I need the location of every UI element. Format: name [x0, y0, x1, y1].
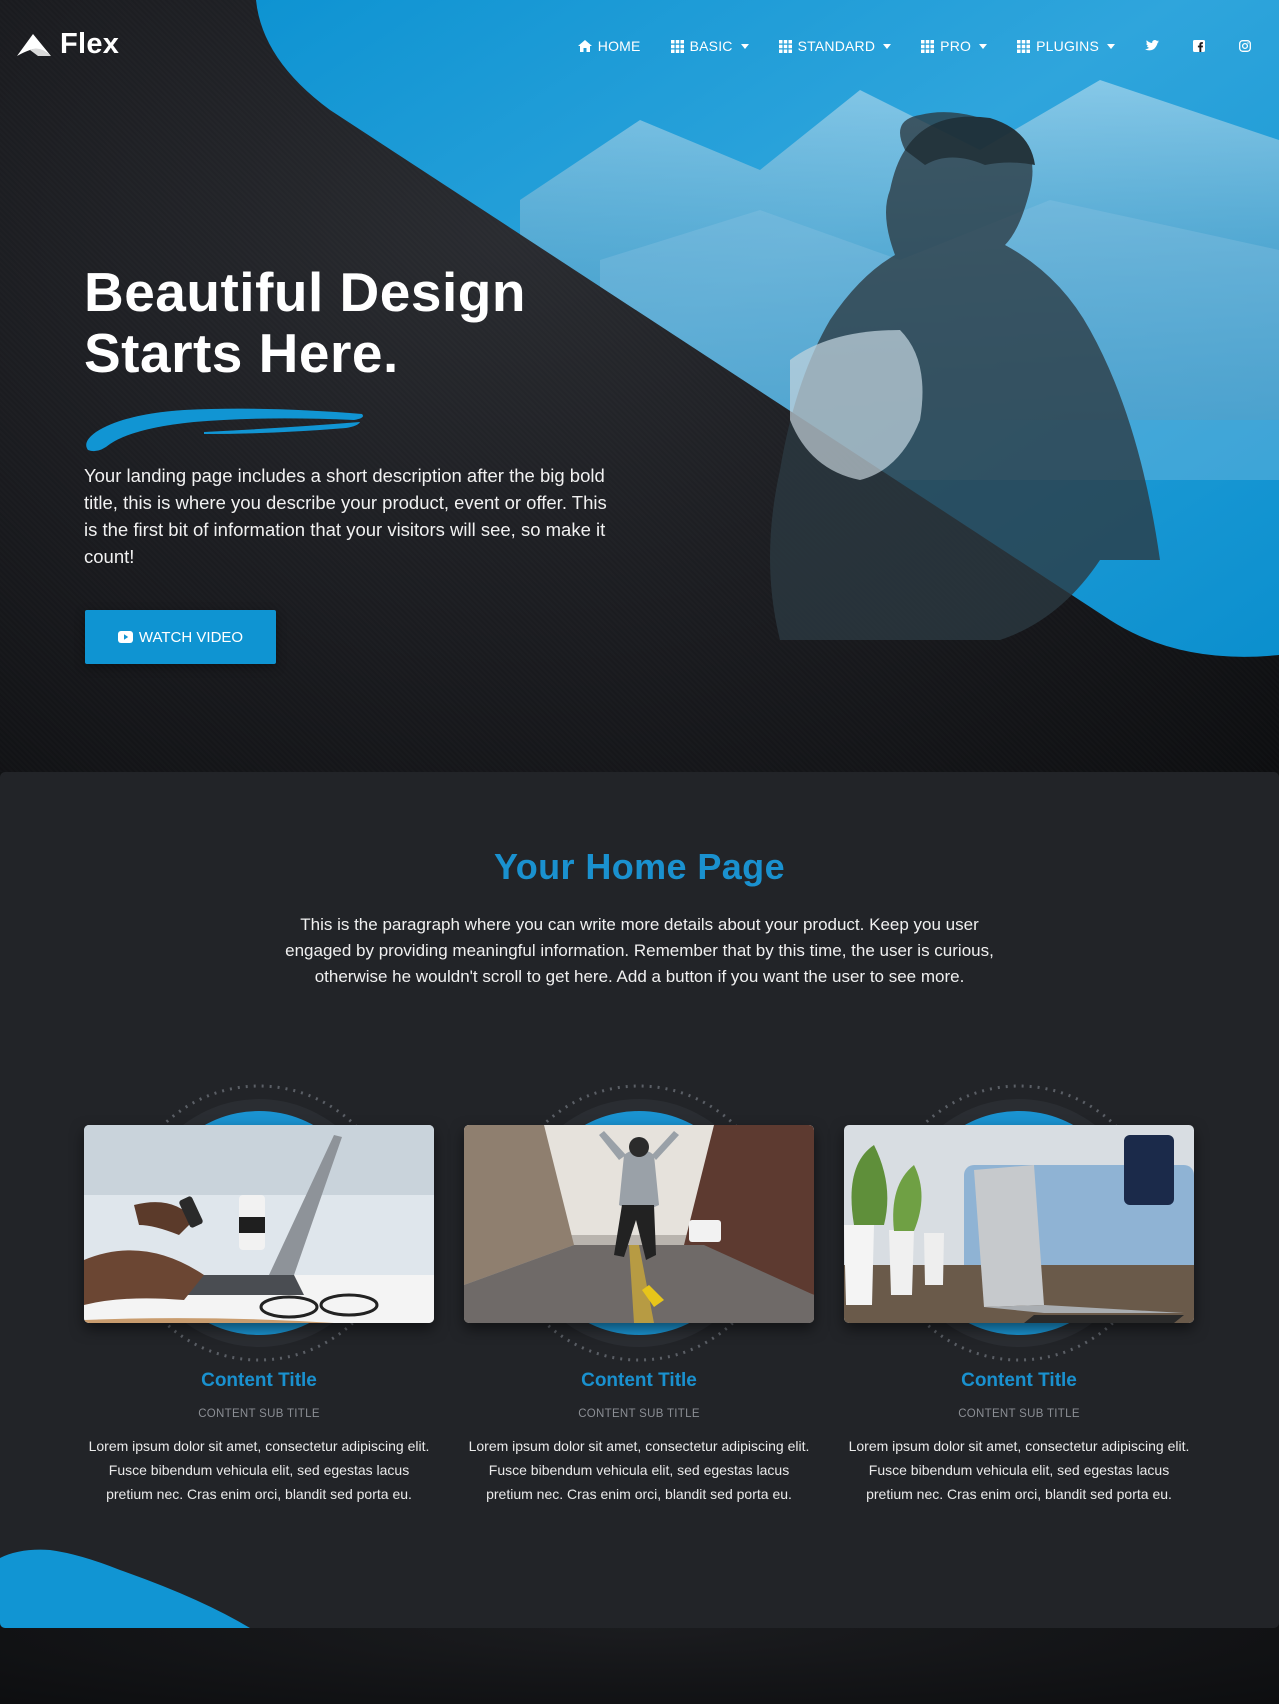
top-navbar: Flex HOME BASIC STANDARD PRO PLUGINS — [0, 0, 1279, 92]
hero-section: Flex HOME BASIC STANDARD PRO PLUGINS Bea… — [0, 0, 1279, 772]
nav-item-label: PLUGINS — [1036, 38, 1099, 54]
grid-icon — [921, 39, 935, 53]
card-visual — [464, 1078, 814, 1368]
paper-plane-logo-icon — [16, 32, 52, 58]
hero-title-line2: Starts Here. — [84, 322, 399, 384]
watch-video-button[interactable]: WATCH VIDEO — [85, 610, 276, 664]
street-dancer-photo — [464, 1125, 814, 1323]
hero-title-line1: Beautiful Design — [84, 261, 526, 323]
card-title: Content Title — [581, 1370, 697, 1391]
section-description: This is the paragraph where you can writ… — [285, 915, 994, 986]
laptop-phone-coffee-photo — [84, 1125, 434, 1323]
content-card: Content Title CONTENT SUB TITLE Lorem ip… — [84, 1078, 434, 1506]
youtube-play-icon — [117, 631, 133, 643]
card-visual — [844, 1078, 1194, 1368]
brush-stroke-decoration — [86, 408, 363, 452]
twitter-icon[interactable] — [1145, 40, 1159, 52]
laptop-plants-sofa-photo — [844, 1125, 1194, 1323]
grid-icon — [778, 39, 792, 53]
section-title: Your Home Page — [494, 846, 785, 887]
caret-down-icon — [979, 43, 988, 49]
card-visual — [84, 1078, 434, 1368]
card-text: Lorem ipsum dolor sit amet, consectetur … — [88, 1438, 430, 1502]
grid-icon — [670, 39, 684, 53]
card-subtitle: CONTENT SUB TITLE — [958, 1408, 1080, 1420]
nav-item-label: PRO — [940, 38, 972, 54]
main-nav: HOME BASIC STANDARD PRO PLUGINS — [548, 38, 1251, 54]
hero-title: Beautiful Design Starts Here. — [84, 262, 644, 384]
nav-item-label: STANDARD — [797, 38, 876, 54]
nav-item-label: HOME — [597, 38, 641, 54]
caret-down-icon — [883, 43, 892, 49]
facebook-icon[interactable] — [1193, 40, 1205, 52]
caret-down-icon — [1107, 43, 1115, 49]
nav-item-basic[interactable]: BASIC — [670, 38, 749, 54]
nav-item-home[interactable]: HOME — [577, 38, 641, 54]
card-title: Content Title — [961, 1370, 1077, 1391]
home-icon — [577, 40, 592, 52]
card-text: Lorem ipsum dolor sit amet, consectetur … — [848, 1438, 1190, 1502]
card-subtitle: CONTENT SUB TITLE — [198, 1408, 320, 1420]
brand-name: Flex — [60, 28, 120, 60]
brand[interactable]: Flex — [16, 28, 119, 61]
instagram-icon[interactable] — [1239, 40, 1251, 52]
caret-down-icon — [740, 43, 749, 49]
content-card: Content Title CONTENT SUB TITLE Lorem ip… — [464, 1078, 814, 1506]
nav-item-pro[interactable]: PRO — [921, 38, 988, 54]
corner-blue-shape — [0, 1549, 250, 1628]
card-text: Lorem ipsum dolor sit amet, consectetur … — [468, 1438, 810, 1502]
card-subtitle: CONTENT SUB TITLE — [578, 1408, 700, 1420]
home-content-section: Your Home Page This is the paragraph whe… — [0, 772, 1279, 1628]
hero-description: Your landing page includes a short descr… — [84, 465, 607, 567]
card-title: Content Title — [201, 1370, 317, 1391]
grid-icon — [1017, 39, 1031, 53]
watch-video-label: WATCH VIDEO — [138, 628, 244, 646]
nav-item-standard[interactable]: STANDARD — [778, 38, 892, 54]
nav-item-plugins[interactable]: PLUGINS — [1017, 38, 1115, 54]
content-card: Content Title CONTENT SUB TITLE Lorem ip… — [844, 1078, 1194, 1506]
nav-item-label: BASIC — [689, 38, 733, 54]
footer-band — [0, 1628, 1279, 1704]
